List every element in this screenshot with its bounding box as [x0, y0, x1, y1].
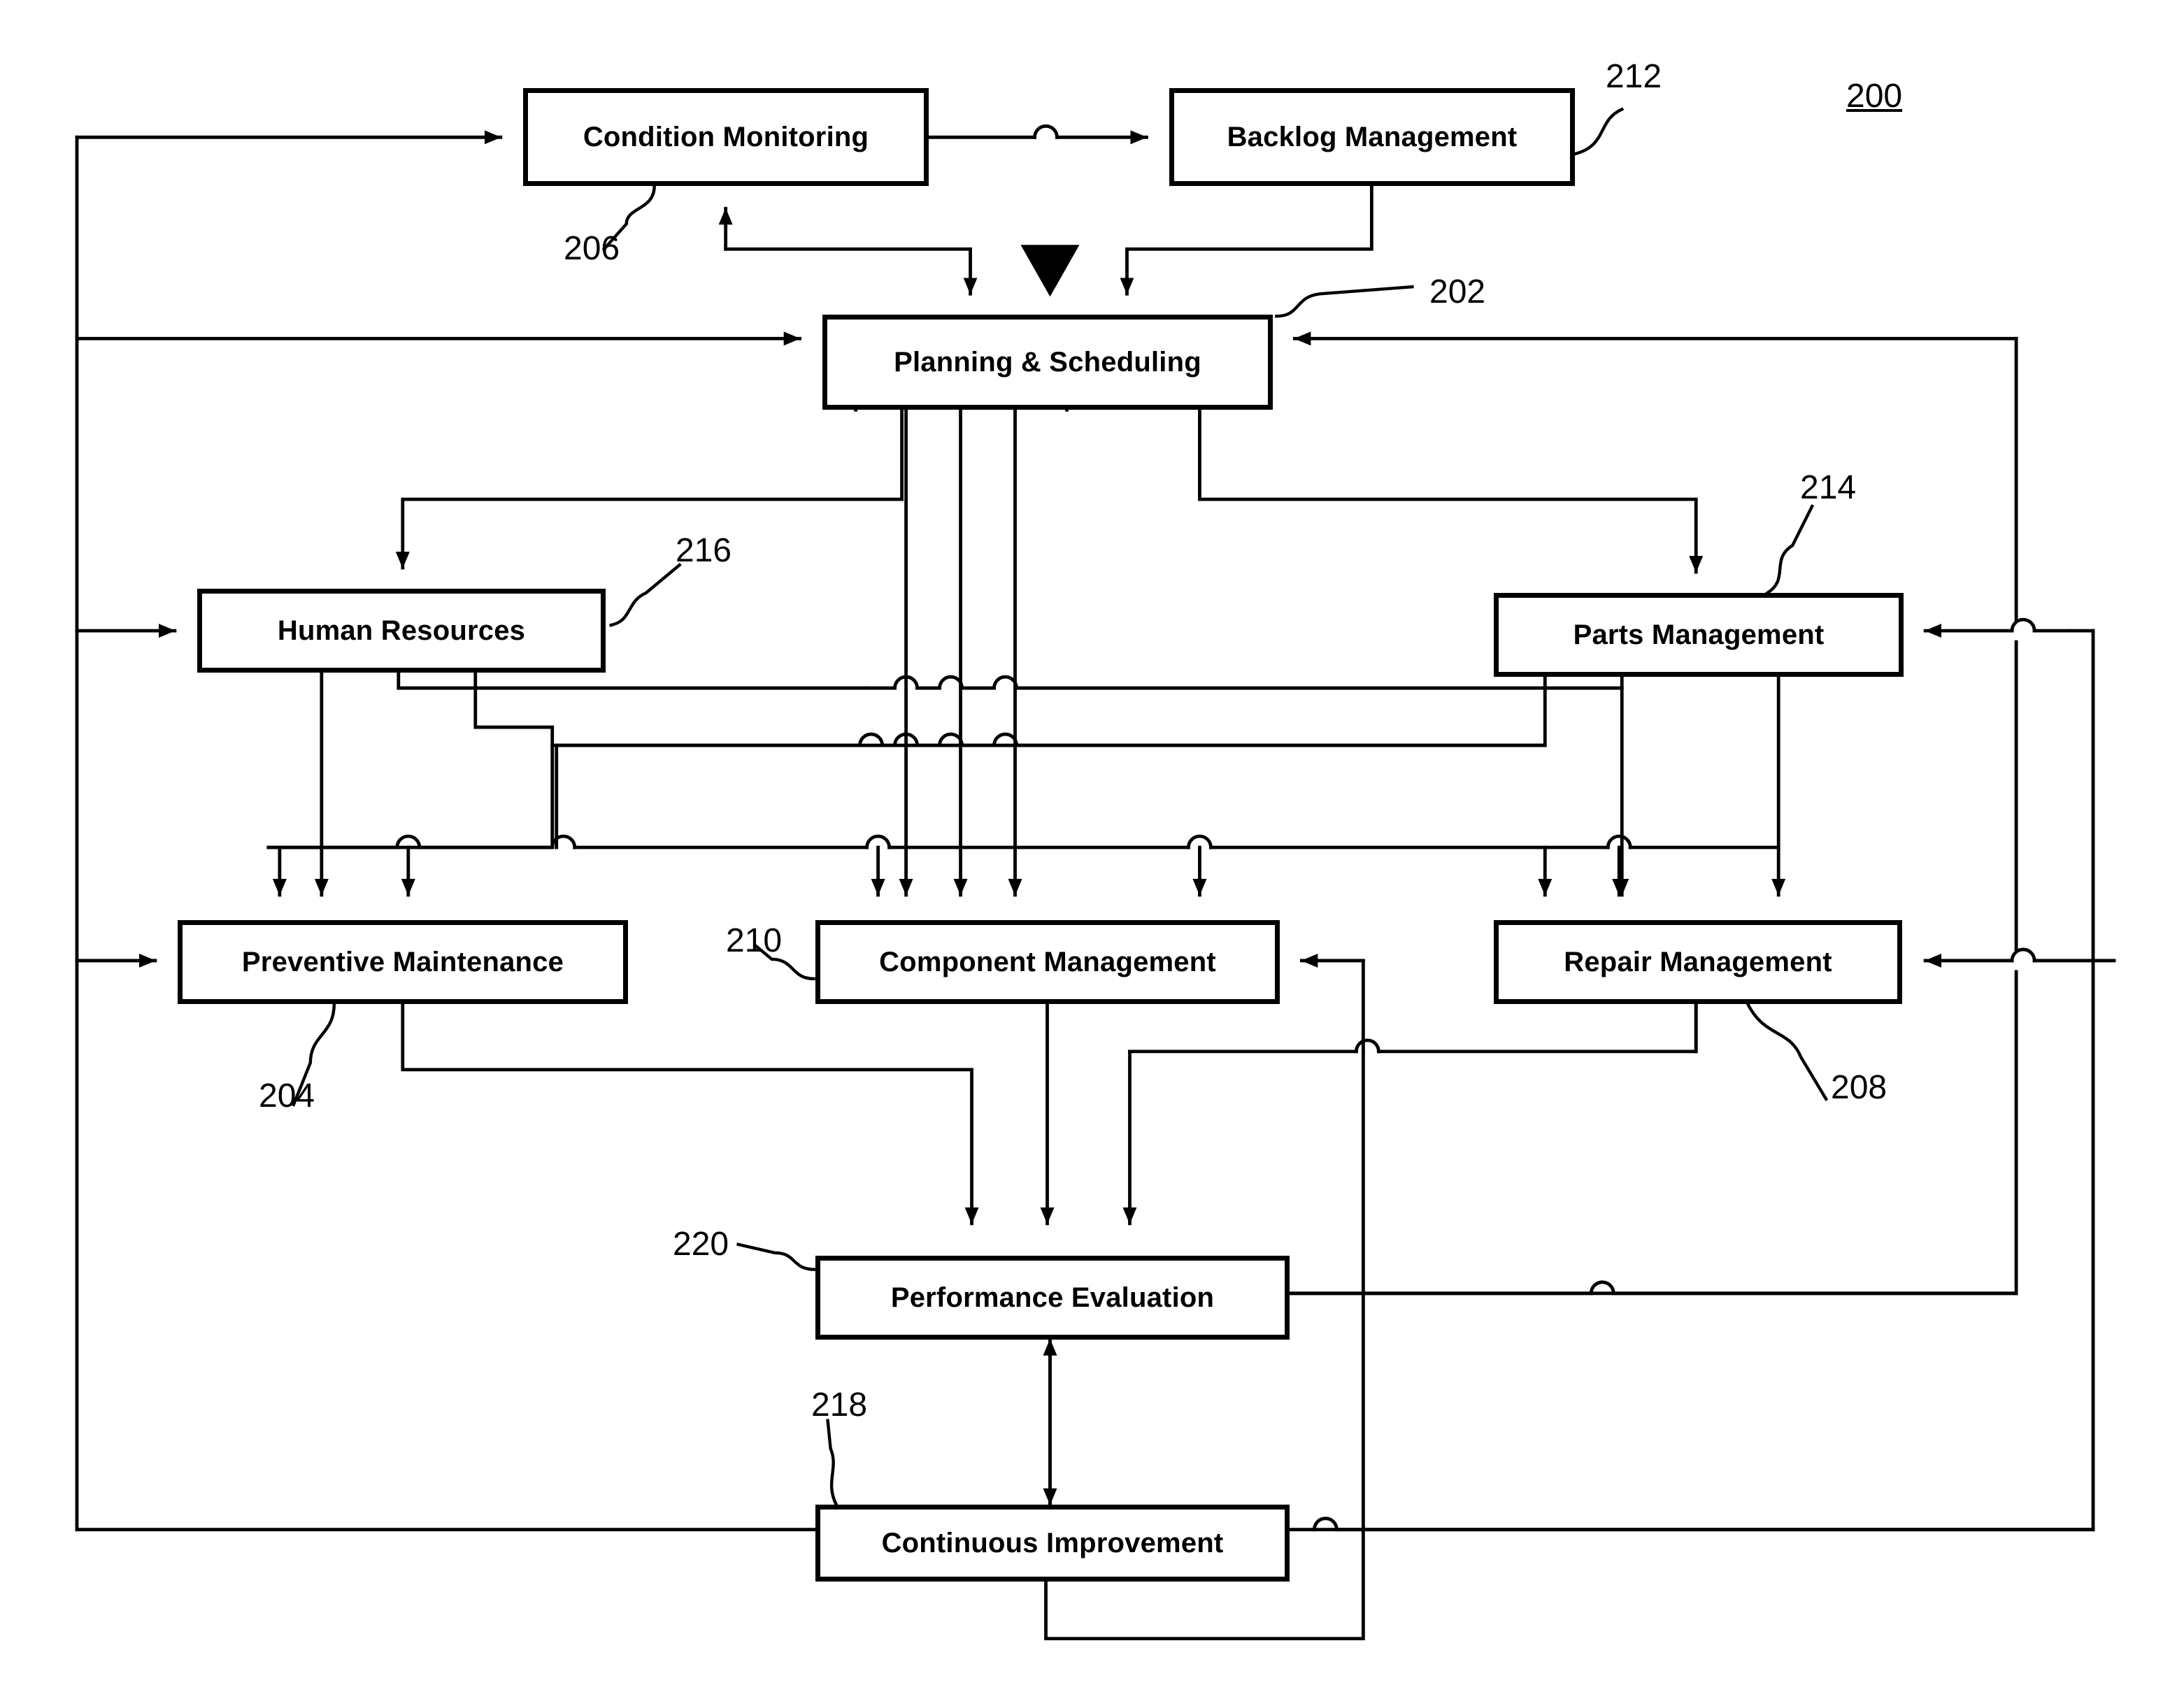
box-backlog-management[interactable]: Backlog Management: [1169, 88, 1575, 186]
middle-horizontal-bus-2: [550, 732, 1547, 747]
right-bus-into-parts: [1923, 617, 2071, 638]
ci-output-right: [1287, 1517, 2095, 1532]
middle-horizontal-bus-3: [266, 834, 1780, 850]
ref-numeral-214: 214: [1800, 469, 1857, 506]
figure-number: 200: [1846, 78, 1903, 115]
box-label-planning-scheduling: Planning & Scheduling: [894, 346, 1201, 378]
box-planning-scheduling[interactable]: Planning & Scheduling: [822, 315, 1273, 410]
box-label-parts-management: Parts Management: [1573, 619, 1825, 650]
diagram-wiring: [75, 107, 2116, 1641]
hr-outputs: [272, 671, 869, 897]
bold-input-arrow-planning: [1020, 245, 1080, 297]
box-continuous-improvement[interactable]: Continuous Improvement: [815, 1505, 1290, 1582]
ref-numeral-208: 208: [1831, 1069, 1887, 1106]
right-feedback-bus-inner: [1287, 331, 2018, 1296]
box-parts-management[interactable]: Parts Management: [1494, 593, 1904, 677]
box-label-repair-management: Repair Management: [1564, 946, 1832, 977]
box-label-condition-monitoring: Condition Monitoring: [583, 121, 869, 152]
parts-outputs: [555, 675, 1786, 897]
box-repair-management[interactable]: Repair Management: [1494, 920, 1902, 1004]
ref-numeral-206: 206: [564, 230, 620, 267]
right-feedback-bus-outer: [1312, 629, 2095, 1532]
box-label-human-resources: Human Resources: [277, 615, 526, 646]
box-human-resources[interactable]: Human Resources: [197, 589, 606, 673]
box-label-backlog-management: Backlog Management: [1227, 121, 1518, 152]
cm-input-right: [1300, 953, 1365, 1054]
ref-numeral-202: 202: [1429, 273, 1486, 310]
link-backlog-to-planning: [1120, 184, 1373, 296]
ref-numeral-210: 210: [726, 922, 783, 959]
box-condition-monitoring[interactable]: Condition Monitoring: [523, 88, 929, 186]
ref-numeral-216: 216: [676, 532, 732, 569]
ref-numeral-218: 218: [811, 1386, 868, 1424]
right-bus-into-repair: [1923, 947, 2116, 968]
middle-horizontal-bus-1: [865, 675, 1624, 690]
box-label-continuous-improvement: Continuous Improvement: [881, 1527, 1224, 1558]
ref-numeral-220: 220: [673, 1226, 729, 1263]
box-label-component-management: Component Management: [879, 946, 1216, 977]
patent-figure-canvas: Condition Monitoring Backlog Management …: [0, 0, 2184, 1699]
box-preventive-maintenance[interactable]: Preventive Maintenance: [178, 920, 628, 1004]
pe-output-right: [1287, 1280, 2018, 1296]
left-feedback-bus: [75, 130, 818, 1532]
box-label-preventive-maintenance: Preventive Maintenance: [241, 946, 564, 977]
ref-numeral-204: 204: [259, 1077, 315, 1114]
pm-outputs: [401, 1002, 979, 1226]
ref-numeral-212: 212: [1606, 58, 1662, 95]
box-label-performance-evaluation: Performance Evaluation: [890, 1282, 1215, 1313]
box-performance-evaluation[interactable]: Performance Evaluation: [815, 1256, 1290, 1340]
box-component-management[interactable]: Component Management: [815, 920, 1280, 1004]
link-condition-to-backlog: [927, 124, 1148, 145]
link-planning-to-condition: [718, 206, 978, 296]
cm-outputs: [1040, 1002, 1698, 1226]
